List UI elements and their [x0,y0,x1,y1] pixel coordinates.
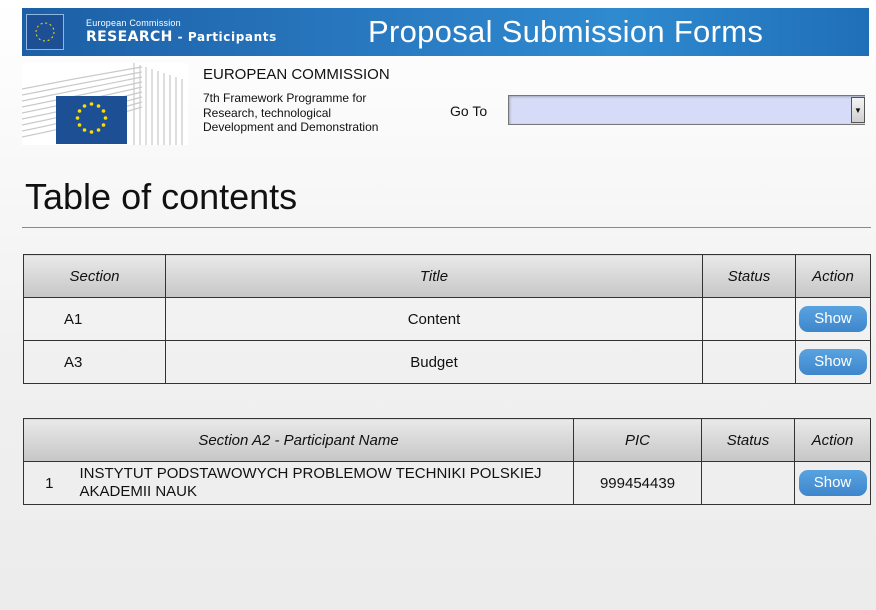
toc-heading: Table of contents [25,176,298,217]
column-header-status: Status [702,254,796,298]
organization-name: EUROPEAN COMMISSION [203,66,390,83]
programme-name: 7th Framework Programme for Research, te… [203,91,379,134]
top-banner: European Commission RESEARCH - Participa… [22,8,869,56]
section-cell: A1 [23,297,166,341]
participant-number: 1 [23,461,75,505]
goto-select[interactable]: ▼ [508,95,865,125]
column-header-action: Action [794,418,871,462]
action-cell: Show [794,461,871,505]
section-cell: A3 [23,340,166,384]
status-cell [702,340,796,384]
status-cell [702,297,796,341]
participants-table: Section A2 - Participant Name PIC Status… [23,418,871,505]
status-cell [701,461,795,505]
column-header-section: Section [23,254,166,298]
participant-name: INSTYTUT PODSTAWOWYCH PROBLEMOW TECHNIKI… [74,461,574,505]
table-row: 1 INSTYTUT PODSTAWOWYCH PROBLEMOW TECHNI… [23,461,871,505]
title-cell: Budget [165,340,703,384]
pic-cell: 999454439 [573,461,702,505]
action-cell: Show [795,340,871,384]
banner-brand-main: RESEARCH [86,29,173,45]
column-header-title: Title [165,254,703,298]
banner-brand-sub: - Participants [172,30,277,44]
eu-flag-icon [26,14,64,50]
table-row: A3 Budget Show [23,340,871,384]
page-title: Proposal Submission Forms [368,14,764,49]
table-header-row: Section A2 - Participant Name PIC Status… [23,418,871,462]
column-header-action: Action [795,254,871,298]
show-button[interactable]: Show [798,470,867,496]
title-cell: Content [165,297,703,341]
banner-brand: RESEARCH - Participants [86,29,277,45]
banner-org-text: European Commission [86,18,181,28]
table-row: A1 Content Show [23,297,871,341]
table-header-row: Section Title Status Action [23,254,871,298]
action-cell: Show [795,297,871,341]
show-button[interactable]: Show [799,349,867,375]
goto-label: Go To [450,103,488,119]
divider [22,227,871,228]
commission-logo [22,63,188,145]
show-button[interactable]: Show [799,306,867,332]
column-header-pic: PIC [573,418,702,462]
dropdown-arrow-icon[interactable]: ▼ [851,97,865,123]
column-header-participant-name: Section A2 - Participant Name [23,418,574,462]
column-header-status: Status [701,418,795,462]
toc-table: Section Title Status Action A1 Content S… [23,254,871,384]
